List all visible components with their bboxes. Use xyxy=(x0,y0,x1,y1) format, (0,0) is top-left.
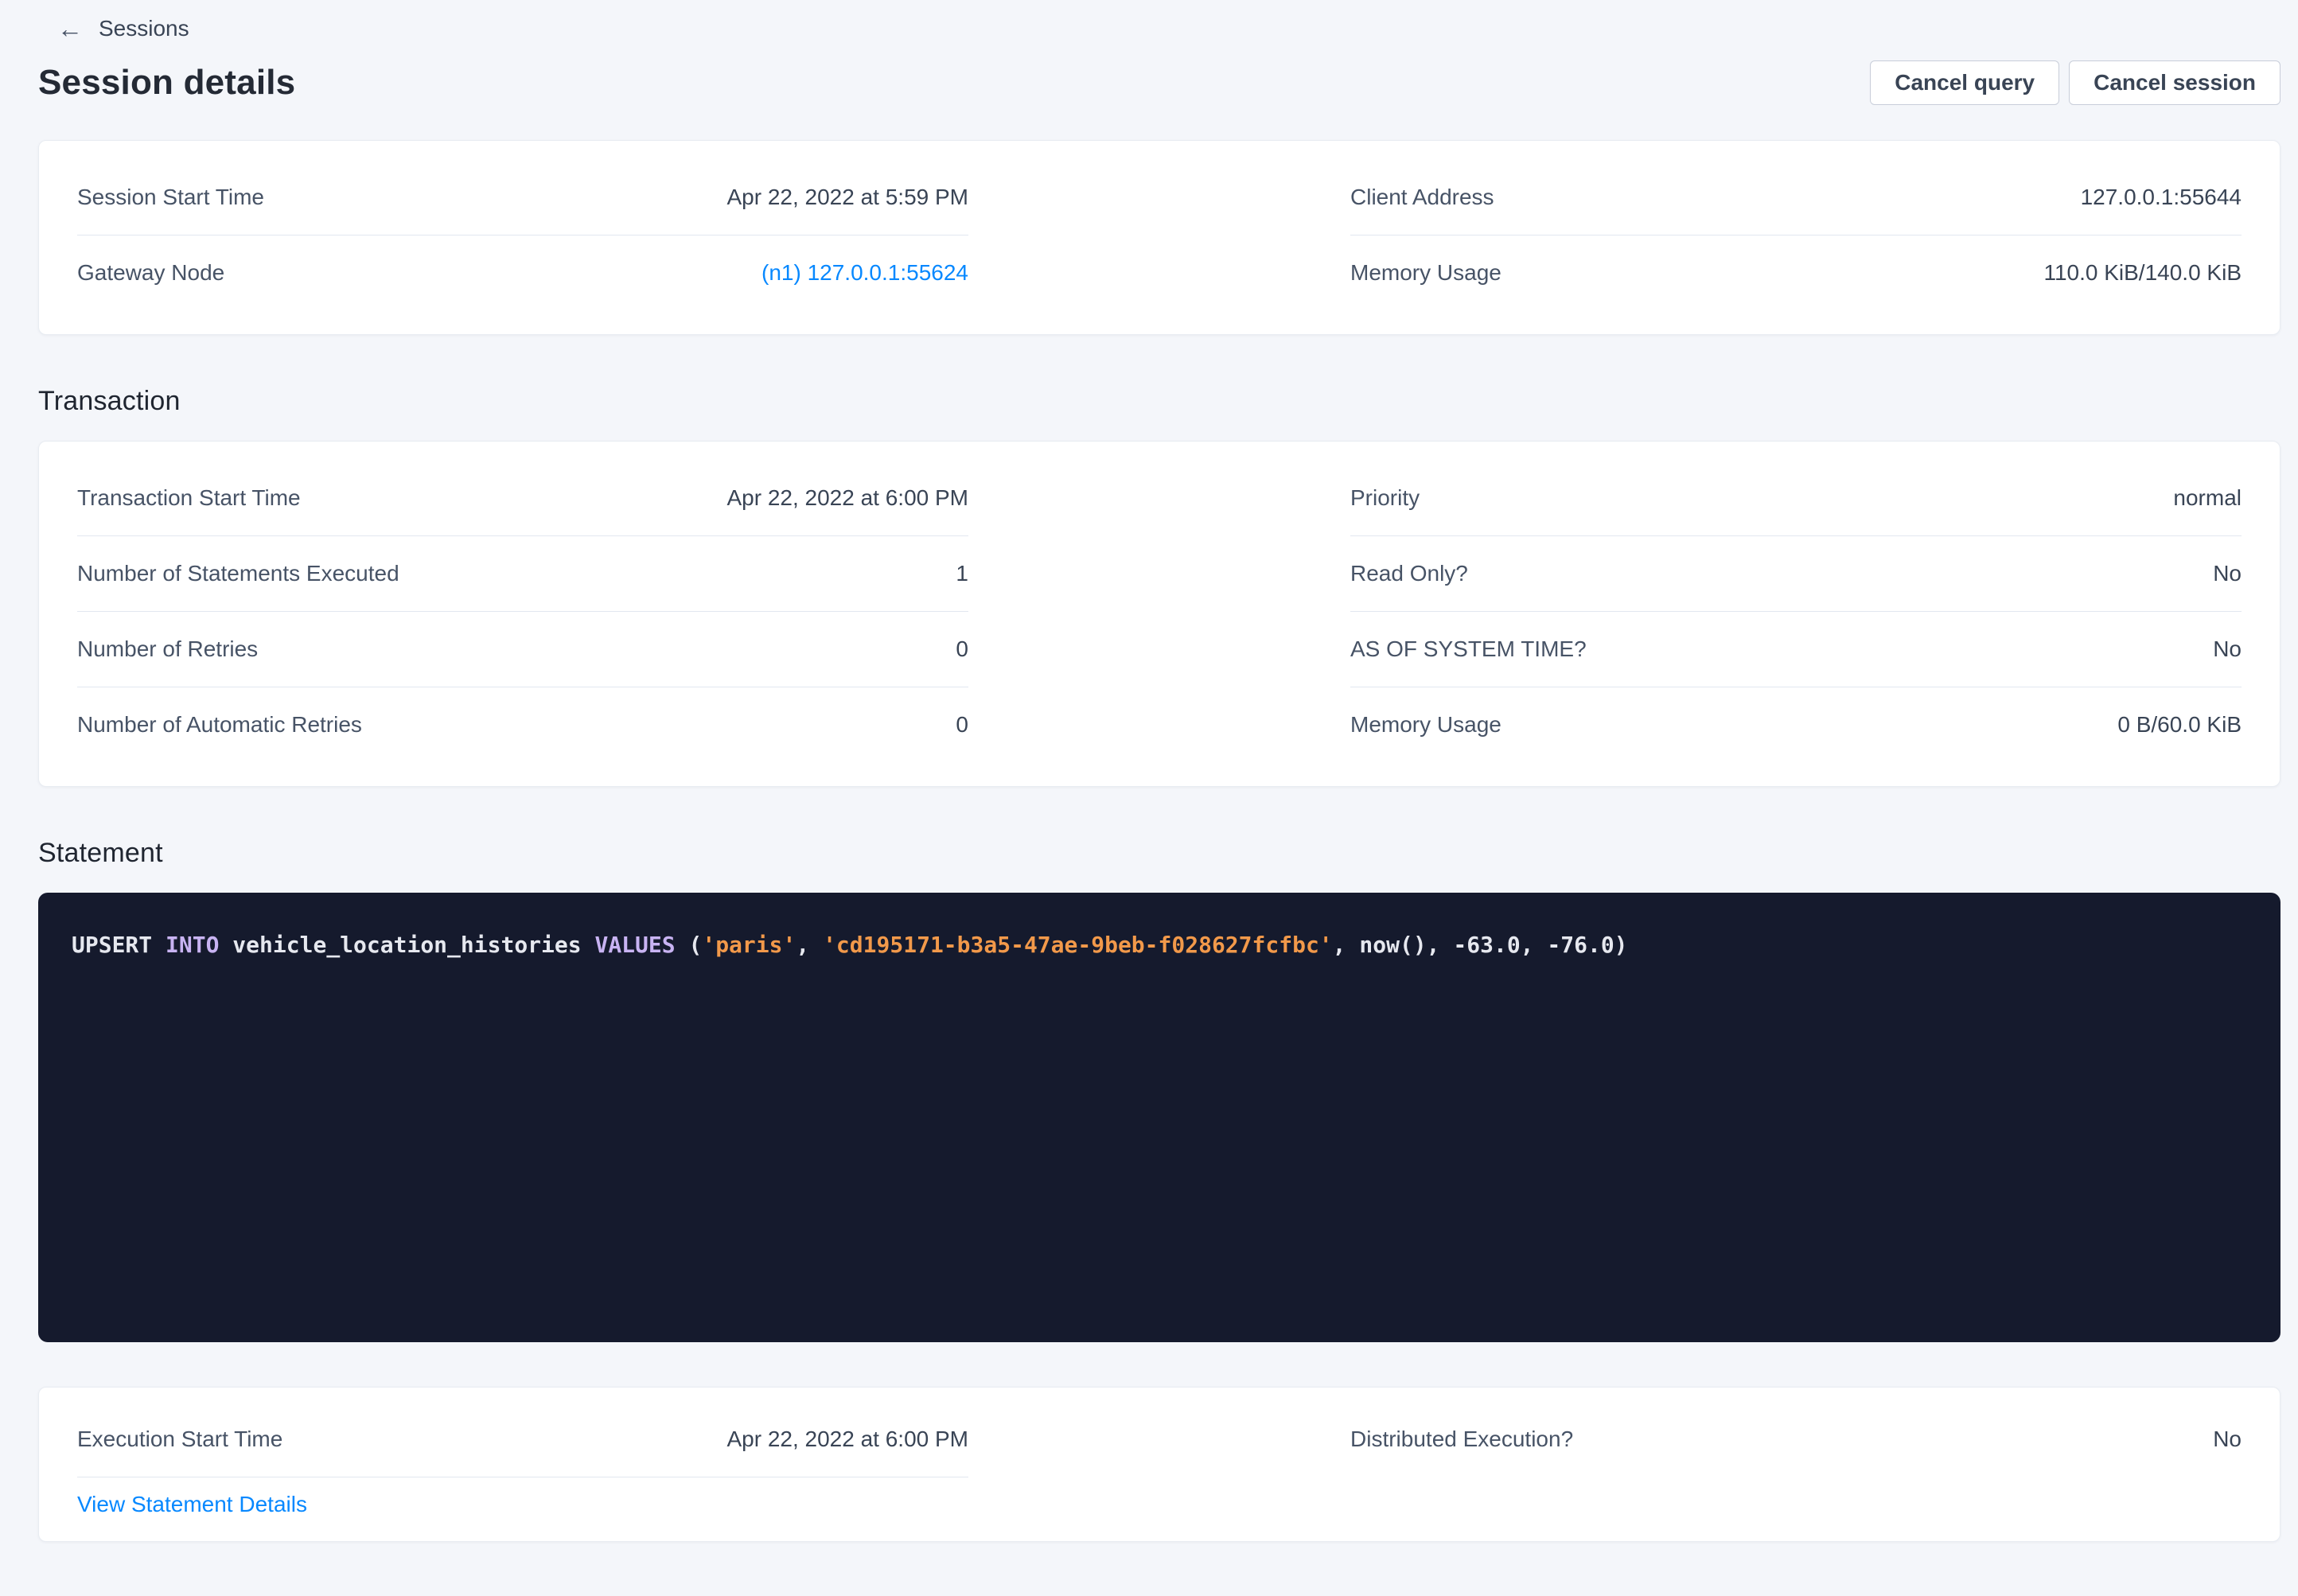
row-value: No xyxy=(2213,1427,2242,1452)
gateway-node-row: Gateway Node (n1) 127.0.0.1:55624 xyxy=(77,235,968,310)
execution-summary-card: Execution Start Time Apr 22, 2022 at 6:0… xyxy=(38,1387,2280,1542)
row-value: Apr 22, 2022 at 6:00 PM xyxy=(726,1427,968,1452)
row-value: 0 xyxy=(956,712,968,738)
transaction-start-time-row: Transaction Start Time Apr 22, 2022 at 6… xyxy=(77,461,968,535)
row-label: Execution Start Time xyxy=(77,1427,282,1452)
cancel-session-button[interactable]: Cancel session xyxy=(2069,60,2280,105)
client-address-row: Client Address 127.0.0.1:55644 xyxy=(1350,160,2242,235)
row-label: Transaction Start Time xyxy=(77,485,301,511)
execution-left-column: Execution Start Time Apr 22, 2022 at 6:0… xyxy=(77,1402,968,1524)
header-actions: Cancel query Cancel session xyxy=(1870,60,2280,105)
row-label: Number of Automatic Retries xyxy=(77,712,362,738)
statements-executed-row: Number of Statements Executed 1 xyxy=(77,535,968,611)
sql-token: UPSERT xyxy=(72,932,166,958)
breadcrumb-back-sessions[interactable]: ← Sessions xyxy=(57,11,189,46)
statement-sql-text: UPSERT INTO vehicle_location_histories V… xyxy=(72,932,1628,958)
view-statement-details-row: View Statement Details xyxy=(77,1477,968,1524)
breadcrumb-label: Sessions xyxy=(99,16,189,41)
transaction-heading: Transaction xyxy=(38,386,2280,417)
view-statement-details-link[interactable]: View Statement Details xyxy=(77,1492,307,1517)
transaction-memory-usage-row: Memory Usage 0 B/60.0 KiB xyxy=(1350,687,2242,762)
session-start-time-row: Session Start Time Apr 22, 2022 at 5:59 … xyxy=(77,160,968,235)
row-value: 0 xyxy=(956,636,968,662)
sql-token: vehicle_location_histories xyxy=(219,932,594,958)
sql-token: , now(), -63.0, -76.0) xyxy=(1333,932,1628,958)
row-label: Read Only? xyxy=(1350,561,1468,586)
row-label: Client Address xyxy=(1350,185,1494,210)
session-memory-usage-row: Memory Usage 110.0 KiB/140.0 KiB xyxy=(1350,235,2242,310)
as-of-system-time-row: AS OF SYSTEM TIME? No xyxy=(1350,611,2242,687)
sql-token: , xyxy=(796,932,823,958)
transaction-right-column: Priority normal Read Only? No AS OF SYST… xyxy=(1350,461,2242,762)
row-label: Memory Usage xyxy=(1350,712,1501,738)
row-value: 110.0 KiB/140.0 KiB xyxy=(2043,260,2242,286)
row-value: 1 xyxy=(956,561,968,586)
transaction-summary-card: Transaction Start Time Apr 22, 2022 at 6… xyxy=(38,441,2280,787)
row-label: Number of Statements Executed xyxy=(77,561,399,586)
gateway-node-link[interactable]: (n1) 127.0.0.1:55624 xyxy=(761,260,968,286)
sql-token: ( xyxy=(676,932,703,958)
page-header: Session details Cancel query Cancel sess… xyxy=(38,60,2280,105)
statement-heading: Statement xyxy=(38,838,2280,869)
automatic-retries-row: Number of Automatic Retries 0 xyxy=(77,687,968,762)
arrow-left-icon: ← xyxy=(57,16,83,41)
row-label: Session Start Time xyxy=(77,185,264,210)
execution-right-column: Distributed Execution? No xyxy=(1350,1402,2242,1524)
sql-string-token: 'cd195171-b3a5-47ae-9beb-f028627fcfbc' xyxy=(823,932,1333,958)
row-value: normal xyxy=(2173,485,2242,511)
page-title: Session details xyxy=(38,63,295,103)
sql-keyword-token: VALUES xyxy=(594,932,675,958)
execution-start-time-row: Execution Start Time Apr 22, 2022 at 6:0… xyxy=(77,1402,968,1477)
session-summary-left-column: Session Start Time Apr 22, 2022 at 5:59 … xyxy=(77,160,968,310)
read-only-row: Read Only? No xyxy=(1350,535,2242,611)
retries-row: Number of Retries 0 xyxy=(77,611,968,687)
row-label: AS OF SYSTEM TIME? xyxy=(1350,636,1587,662)
row-label: Priority xyxy=(1350,485,1420,511)
row-value: Apr 22, 2022 at 6:00 PM xyxy=(726,485,968,511)
sql-string-token: 'paris' xyxy=(702,932,796,958)
row-label: Memory Usage xyxy=(1350,260,1501,286)
session-details-page: ← Sessions Session details Cancel query … xyxy=(0,0,2298,1596)
session-summary-right-column: Client Address 127.0.0.1:55644 Memory Us… xyxy=(1350,160,2242,310)
row-label: Gateway Node xyxy=(77,260,224,286)
row-value: No xyxy=(2213,561,2242,586)
row-value: No xyxy=(2213,636,2242,662)
transaction-left-column: Transaction Start Time Apr 22, 2022 at 6… xyxy=(77,461,968,762)
session-summary-card: Session Start Time Apr 22, 2022 at 5:59 … xyxy=(38,140,2280,335)
cancel-query-button[interactable]: Cancel query xyxy=(1870,60,2059,105)
row-value: 127.0.0.1:55644 xyxy=(2081,185,2242,210)
row-label: Number of Retries xyxy=(77,636,258,662)
statement-sql-box: UPSERT INTO vehicle_location_histories V… xyxy=(38,893,2280,1342)
priority-row: Priority normal xyxy=(1350,461,2242,535)
row-value: 0 B/60.0 KiB xyxy=(2117,712,2242,738)
sql-keyword-token: INTO xyxy=(166,932,219,958)
row-label: Distributed Execution? xyxy=(1350,1427,1573,1452)
row-value: Apr 22, 2022 at 5:59 PM xyxy=(726,185,968,210)
distributed-execution-row: Distributed Execution? No xyxy=(1350,1402,2242,1477)
